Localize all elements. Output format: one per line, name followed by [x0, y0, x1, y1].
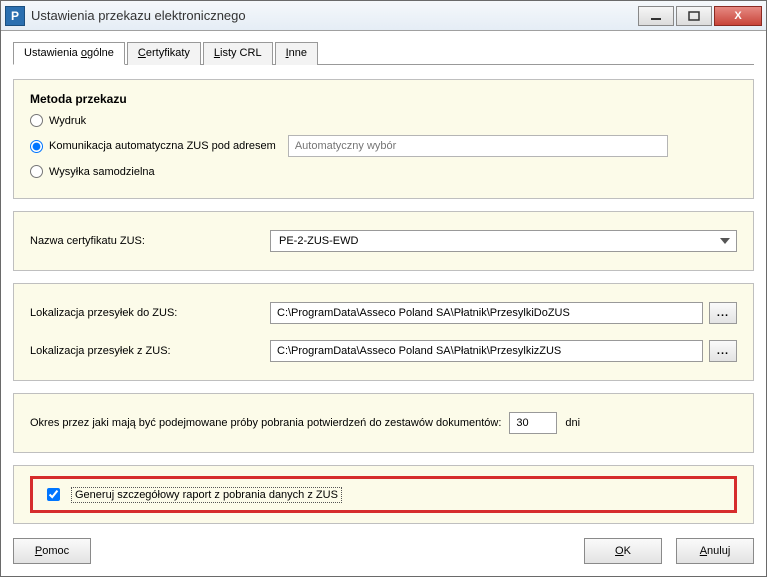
path-from-input[interactable]: C:\ProgramData\Asseco Poland SA\Płatnik\… [270, 340, 703, 362]
radio-auto-label: Komunikacja automatyczna ZUS pod adresem [49, 140, 276, 152]
tab-certificates-label: Certyfikaty [138, 47, 190, 59]
tab-other[interactable]: Inne [275, 42, 318, 65]
period-days-input[interactable] [509, 412, 557, 434]
window-title: Ustawienia przekazu elektronicznego [31, 8, 638, 23]
chevron-down-icon [720, 238, 730, 244]
ellipsis-icon: ... [717, 307, 729, 319]
maximize-button[interactable] [676, 6, 712, 26]
close-button[interactable]: X [714, 6, 762, 26]
ok-button-label: OK [615, 545, 631, 557]
ok-button[interactable]: OK [584, 538, 662, 564]
radio-self[interactable] [30, 165, 43, 178]
browse-from-button[interactable]: ... [709, 340, 737, 362]
radio-print-label: Wydruk [49, 115, 86, 127]
window-buttons: X [638, 6, 762, 26]
help-button-label: Pomoc [35, 545, 69, 557]
tab-crl-label: Listy CRL [214, 47, 262, 59]
method-panel: Metoda przekazu Wydruk Komunikacja autom… [13, 79, 754, 199]
report-checkbox[interactable] [47, 488, 60, 501]
paths-panel: Lokalizacja przesyłek do ZUS: C:\Program… [13, 283, 754, 381]
period-panel: Okres przez jaki mają być podejmowane pr… [13, 393, 754, 453]
path-from-value: C:\ProgramData\Asseco Poland SA\Płatnik\… [277, 345, 561, 357]
maximize-icon [688, 11, 700, 21]
browse-to-button[interactable]: ... [709, 302, 737, 324]
tab-general-label: Ustawienia ogólne [24, 47, 114, 59]
cert-panel: Nazwa certyfikatu ZUS: PE-2-ZUS-EWD [13, 211, 754, 271]
radio-self-label: Wysyłka samodzielna [49, 166, 155, 178]
tab-other-label: Inne [286, 47, 307, 59]
period-unit: dni [565, 417, 580, 429]
method-title: Metoda przekazu [30, 92, 737, 106]
cancel-button[interactable]: Anuluj [676, 538, 754, 564]
tab-general[interactable]: Ustawienia ogólne [13, 42, 125, 65]
radio-print[interactable] [30, 114, 43, 127]
tab-crl[interactable]: Listy CRL [203, 42, 273, 65]
path-to-label: Lokalizacja przesyłek do ZUS: [30, 307, 270, 319]
client-area: Ustawienia ogólne Certyfikaty Listy CRL … [1, 31, 766, 548]
minimize-icon [650, 11, 662, 21]
cert-select[interactable]: PE-2-ZUS-EWD [270, 230, 737, 252]
tab-certificates[interactable]: Certyfikaty [127, 42, 201, 65]
button-bar: Pomoc OK Anuluj [13, 538, 754, 564]
report-label: Generuj szczegółowy raport z pobrania da… [71, 487, 342, 503]
report-panel: Generuj szczegółowy raport z pobrania da… [13, 465, 754, 524]
cert-label: Nazwa certyfikatu ZUS: [30, 235, 270, 247]
auto-address-input[interactable] [288, 135, 668, 157]
minimize-button[interactable] [638, 6, 674, 26]
path-to-value: C:\ProgramData\Asseco Poland SA\Płatnik\… [277, 307, 570, 319]
report-highlight: Generuj szczegółowy raport z pobrania da… [30, 476, 737, 513]
cancel-button-label: Anuluj [700, 545, 731, 557]
tab-strip: Ustawienia ogólne Certyfikaty Listy CRL … [13, 41, 754, 65]
close-icon: X [734, 10, 741, 22]
path-from-label: Lokalizacja przesyłek z ZUS: [30, 345, 270, 357]
period-label: Okres przez jaki mają być podejmowane pr… [30, 417, 501, 429]
path-to-input[interactable]: C:\ProgramData\Asseco Poland SA\Płatnik\… [270, 302, 703, 324]
titlebar: P Ustawienia przekazu elektronicznego X [1, 1, 766, 31]
radio-auto[interactable] [30, 140, 43, 153]
cert-select-value: PE-2-ZUS-EWD [279, 235, 358, 247]
dialog-window: P Ustawienia przekazu elektronicznego X … [0, 0, 767, 577]
app-icon: P [5, 6, 25, 26]
help-button[interactable]: Pomoc [13, 538, 91, 564]
ellipsis-icon: ... [717, 345, 729, 357]
